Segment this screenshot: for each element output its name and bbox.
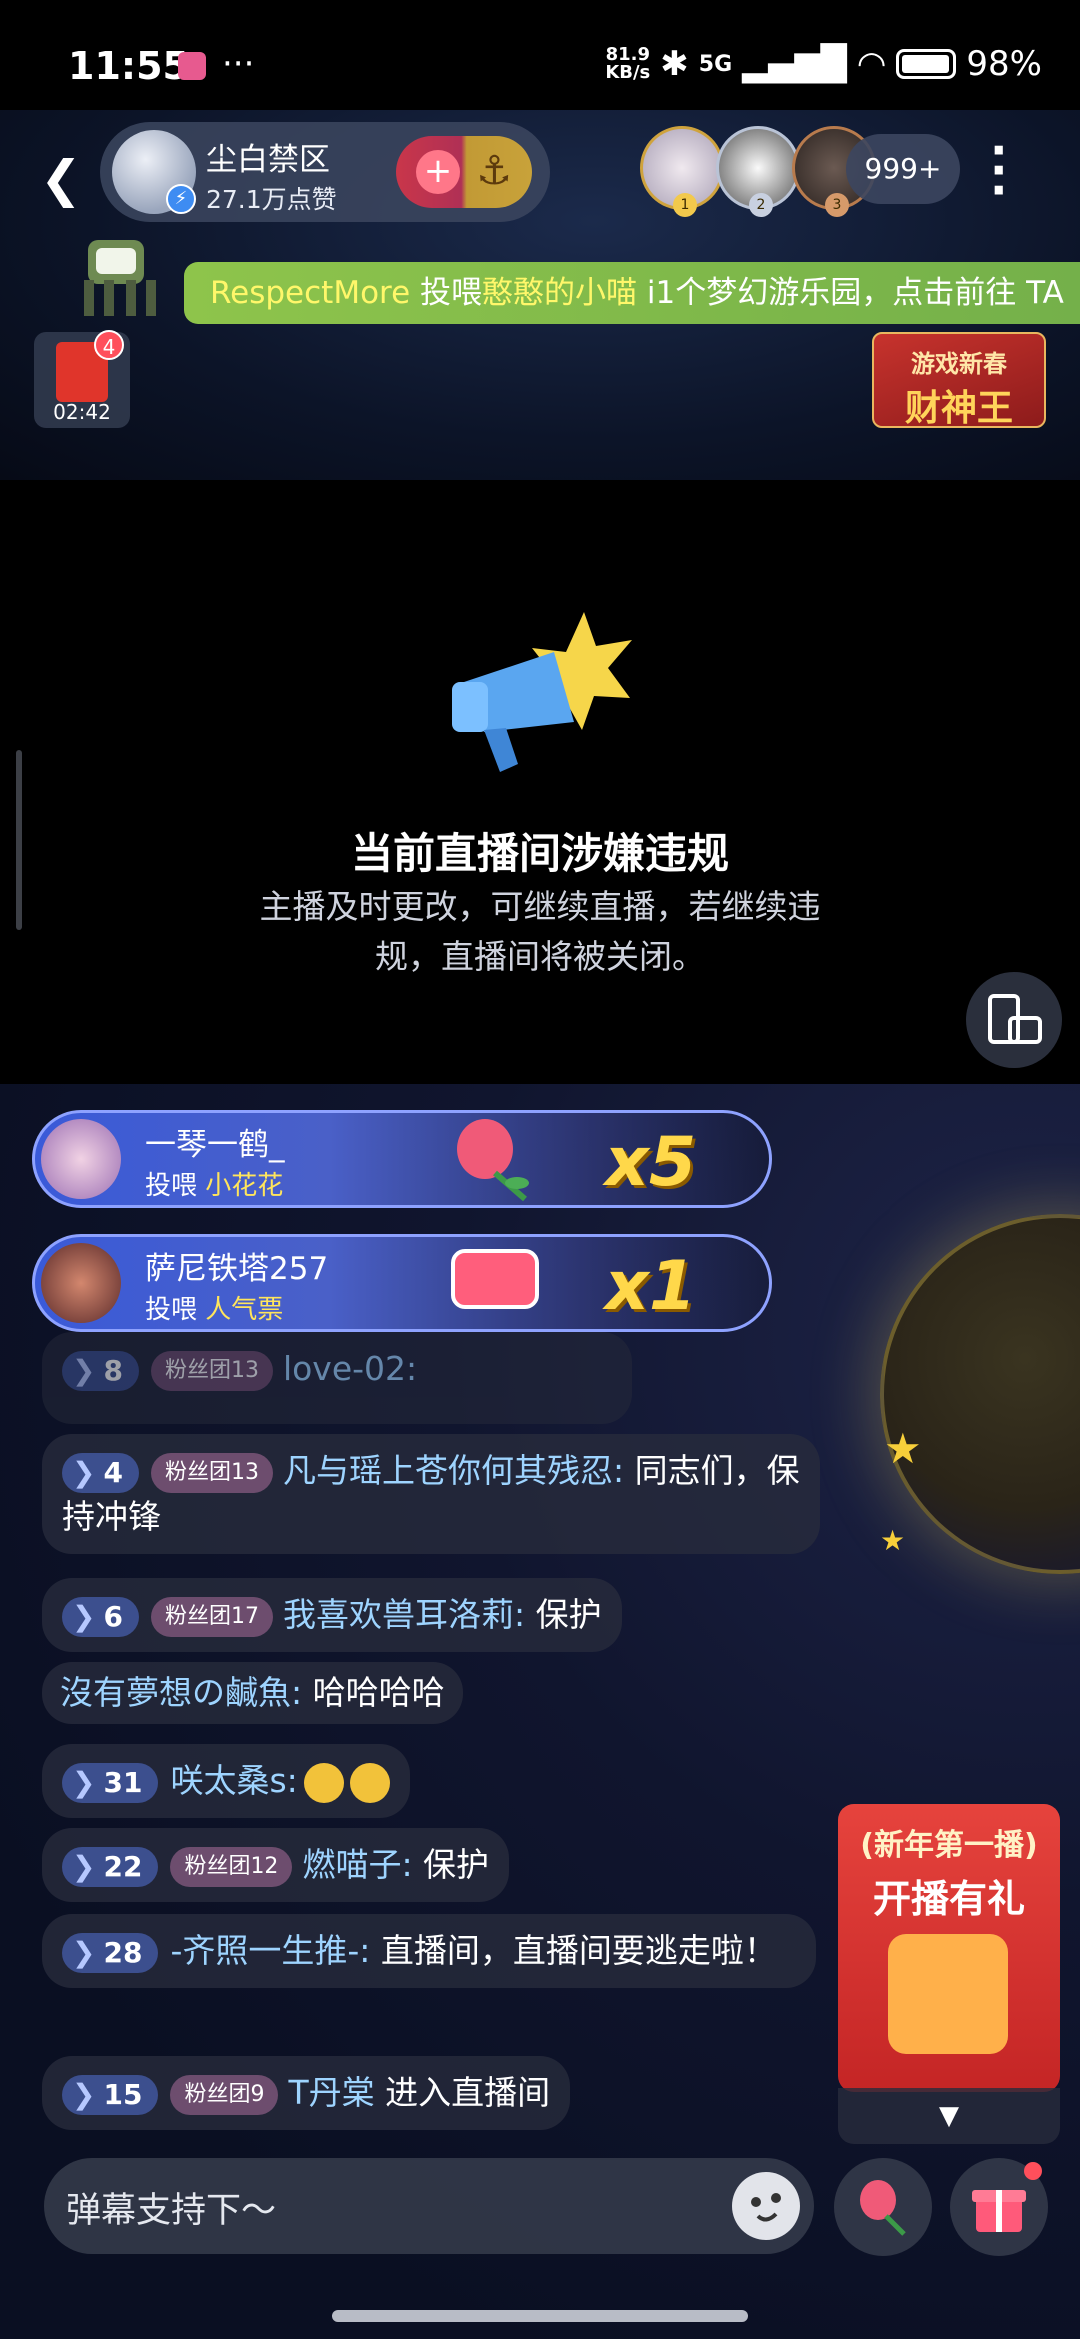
notification-dot (1024, 2162, 1042, 2180)
danmaku-input[interactable]: 弹幕支持下～ (44, 2158, 814, 2254)
home-indicator[interactable] (332, 2310, 748, 2322)
level-badge: ❯ 31 (62, 1762, 159, 1803)
level-badge: ❯ 6 (62, 1596, 139, 1637)
megaphone-icon (452, 612, 632, 772)
chat-message[interactable]: ❯ 8 粉丝团13 love-02: (42, 1332, 632, 1424)
red-packet[interactable]: 4 02:42 (34, 330, 130, 428)
gift-count: x1 (605, 1247, 697, 1326)
bluetooth-icon: ✱ (660, 44, 689, 84)
star-decoration: ★ (880, 1524, 906, 1557)
violation-notice: 当前直播间涉嫌违规 主播及时更改，可继续直播，若继续违规，直播间将被关闭。 (0, 480, 1080, 1084)
rotate-screen-icon (988, 994, 1042, 1044)
battery-level: 98% (966, 44, 1042, 84)
level-badge: ❯ 28 (62, 1932, 159, 1973)
emoji-icon (303, 1762, 344, 1803)
star-decoration: ★ (884, 1424, 922, 1473)
host-likes: 27.1万点赞 (206, 185, 337, 214)
status-bar: 11:55 ··· 81.9 KB/s ✱ 5G ▂▄▆█ ◠ 98% (0, 0, 1080, 110)
rose-gift-icon (457, 1119, 529, 1202)
live-header: ❮ ⚡ 尘白禁区 27.1万点赞 + ⚓ 1 2 3 999+ · · · Resp… (0, 110, 1080, 480)
emoji-face-icon (751, 2193, 781, 2222)
red-packet-badge: 4 (94, 330, 124, 360)
anchor-icon: ⚓ (476, 148, 512, 194)
chat-message[interactable]: ❯ 6 粉丝团17 我喜欢兽耳洛莉: 保护 (42, 1578, 622, 1652)
gift-action: 投喂 小花花 (145, 1171, 284, 1201)
gift-banner[interactable]: 一琴一鹤_ 投喂 小花花 x5 (32, 1110, 772, 1208)
level-badge: ❯ 15 (62, 2074, 159, 2115)
avatar[interactable] (41, 1243, 121, 1323)
rose-gift-button[interactable] (834, 2158, 932, 2256)
fans-badge: 粉丝团9 (170, 2074, 279, 2115)
more-options-icon[interactable]: · · · (990, 127, 1007, 213)
chat-message[interactable]: ❯ 22 粉丝团12 燃喵子: 保护 (42, 1828, 510, 1902)
rank-avatar-1[interactable]: 1 (640, 126, 724, 217)
chat-message[interactable]: 沒有夢想の鹹魚: 哈哈哈哈 (42, 1662, 463, 1724)
gift-button[interactable] (950, 2158, 1048, 2256)
app-notification-icon (178, 52, 206, 80)
top-viewers[interactable]: 1 2 3 (640, 126, 876, 217)
rank-avatar-2[interactable]: 2 (716, 126, 800, 217)
emoji-button[interactable] (732, 2172, 800, 2240)
danmaku-placeholder: 弹幕支持下～ (66, 2191, 277, 2231)
planet-decoration (880, 1214, 1080, 1574)
rotate-screen-button[interactable] (966, 972, 1062, 1068)
gift-ticker[interactable]: RespectMore 投喂憨憨的小喵 i1个梦幻游乐园，点击前往 TA (184, 262, 1080, 324)
robot-mascot-icon (64, 222, 174, 322)
chat-message[interactable]: ❯ 28 -齐照一生推-: 直播间，直播间要逃走啦！ (42, 1914, 816, 1988)
chat-area[interactable]: ★ ★ 一琴一鹤_ 投喂 小花花 x5 萨尼铁塔257 投喂 人气票 x1 ❯ 8… (0, 1084, 1080, 2339)
chat-message[interactable]: ❯ 4 粉丝团13 凡与瑶上苍你何其残忍: 同志们，保持冲锋 (42, 1434, 820, 1554)
follow-button[interactable]: + ⚓ (396, 136, 532, 208)
notice-description: 主播及时更改，可继续直播，若继续违规，直播间将被关闭。 (259, 887, 821, 976)
gift-count: x5 (605, 1123, 697, 1202)
fans-badge: 粉丝团17 (150, 1596, 273, 1637)
gift-sender: 一琴一鹤_ (145, 1127, 285, 1163)
battery-icon (896, 49, 957, 79)
gift-box-icon (888, 1934, 1008, 2054)
verified-icon: ⚡ (166, 184, 196, 214)
network-type: 5G (698, 51, 733, 77)
gift-action: 投喂 人气票 (145, 1295, 284, 1325)
popularity-ticket-icon (451, 1249, 539, 1309)
more-notifications-icon: ··· (222, 44, 255, 84)
emoji-icon (349, 1762, 390, 1803)
status-time: 11:55 (68, 44, 189, 88)
gift-banner[interactable]: 萨尼铁塔257 投喂 人气票 x1 (32, 1234, 772, 1332)
gift-sender: 萨尼铁塔257 (145, 1251, 329, 1287)
wifi-icon: ◠ (856, 44, 887, 84)
newyear-promo-banner[interactable]: (新年第一播) 开播有礼 (838, 1804, 1060, 2092)
fortune-promo-banner[interactable]: 游戏新春 财神王 (872, 332, 1046, 429)
level-badge: ❯ 22 (62, 1846, 159, 1887)
fans-badge: 粉丝团12 (170, 1846, 293, 1887)
chat-message[interactable]: ❯ 15 粉丝团9 T丹棠 进入直播间 (42, 2056, 571, 2130)
level-badge: ❯ 4 (62, 1452, 139, 1493)
plus-heart-icon: + (416, 150, 460, 194)
viewer-count[interactable]: 999+ (846, 134, 960, 204)
collapse-promo-button[interactable]: ▼ (838, 2088, 1060, 2144)
rose-icon (860, 2180, 906, 2236)
avatar[interactable] (41, 1119, 121, 1199)
notice-title: 当前直播间涉嫌违规 (350, 829, 729, 878)
signal-icon: ▂▄▆█ (742, 44, 847, 84)
network-speed: 81.9 KB/s (605, 44, 651, 83)
chat-message[interactable]: ❯ 31 咲太桑s: (42, 1744, 410, 1818)
back-arrow-icon[interactable]: ❮ (40, 150, 82, 208)
fans-badge: 粉丝团13 (150, 1452, 273, 1493)
host-name: 尘白禁区 (206, 142, 330, 178)
fans-badge: 粉丝团13 (150, 1350, 273, 1391)
level-badge: ❯ 8 (62, 1350, 139, 1391)
host-info[interactable]: ⚡ 尘白禁区 27.1万点赞 + ⚓ (100, 122, 550, 222)
red-packet-timer: 02:42 (53, 400, 111, 424)
